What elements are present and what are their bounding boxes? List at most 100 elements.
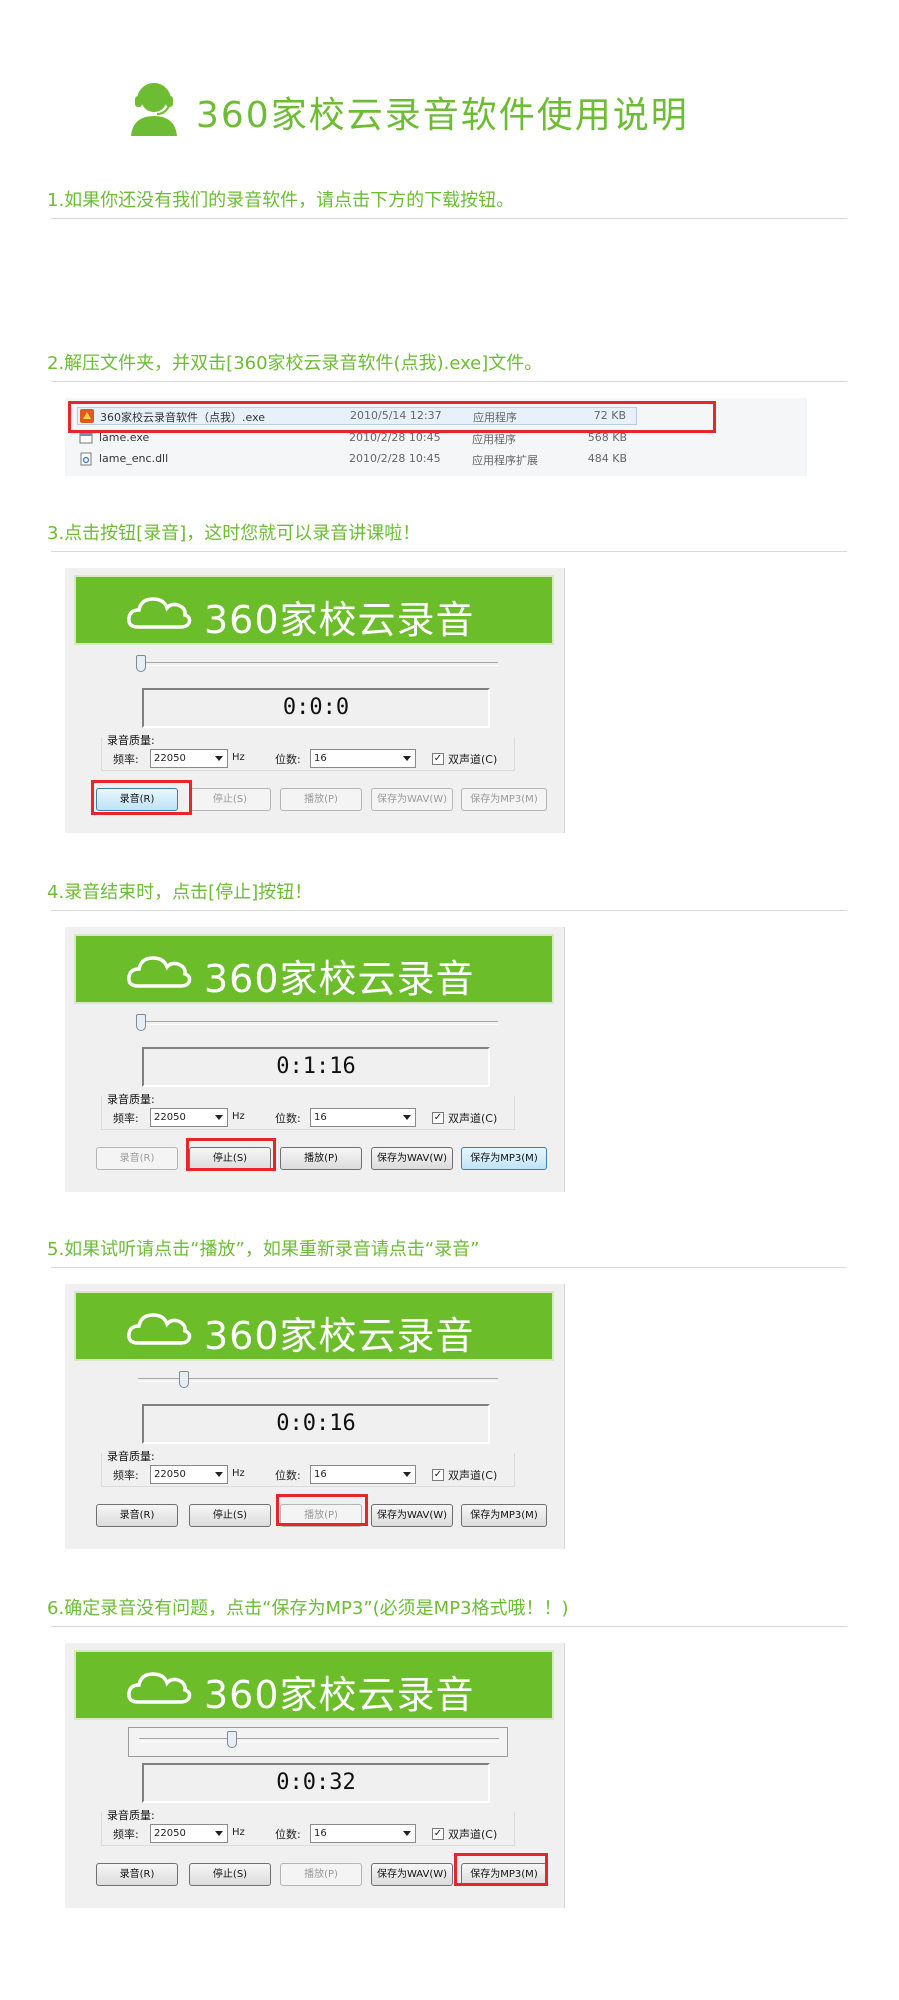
save-wav-button[interactable]: 保存为WAV(W): [371, 1863, 453, 1886]
divider: [51, 1626, 847, 1627]
frequency-select[interactable]: 22050: [150, 1465, 228, 1484]
frequency-label: 频率:: [113, 1112, 139, 1125]
save-mp3-button[interactable]: 保存为MP3(M): [461, 1504, 547, 1527]
recorder-banner: 360家校云录音: [74, 1650, 554, 1720]
highlight-box: [276, 1494, 368, 1526]
frequency-value: 22050: [154, 1828, 186, 1839]
stop-button[interactable]: 停止(S): [189, 1863, 271, 1886]
dropdown-arrow-icon: [215, 1831, 223, 1836]
dropdown-arrow-icon: [215, 1115, 223, 1120]
seek-slider[interactable]: [128, 1011, 508, 1041]
stereo-label: 双声道(C): [448, 1469, 498, 1482]
highlight-box: [91, 780, 192, 815]
play-button[interactable]: 播放(P): [280, 1863, 362, 1886]
play-button[interactable]: 播放(P): [280, 1147, 362, 1170]
stereo-label: 双声道(C): [448, 1112, 498, 1125]
banner-text: 360家校云录音: [204, 598, 475, 642]
bit-depth-label: 位数:: [275, 1112, 301, 1125]
frequency-select[interactable]: 22050: [150, 1108, 228, 1127]
recorder-banner: 360家校云录音: [74, 934, 554, 1004]
seek-slider[interactable]: [128, 1368, 508, 1398]
step-title: 5.如果试听请点击“播放”，如果重新录音请点击“录音”: [47, 1239, 480, 1260]
seek-track: [138, 662, 498, 666]
stereo-label: 双声道(C): [448, 753, 498, 766]
recorder-banner: 360家校云录音: [74, 1291, 554, 1361]
bit-depth-select[interactable]: 16: [310, 1108, 416, 1127]
record-button[interactable]: 录音(R): [96, 1504, 178, 1527]
step-2: 2.解压文件夹，并双击[360家校云录音软件(点我).exe]文件。: [47, 351, 847, 382]
seek-slider[interactable]: [128, 652, 508, 682]
stereo-checkbox[interactable]: ✓: [432, 1112, 444, 1124]
step-4: 4.录音结束时，点击[停止]按钮！: [47, 880, 847, 911]
dropdown-arrow-icon: [403, 1115, 411, 1120]
headset-icon: [131, 83, 177, 136]
banner-text: 360家校云录音: [204, 957, 475, 1001]
stereo-checkbox[interactable]: ✓: [432, 753, 444, 765]
stop-button[interactable]: 停止(S): [189, 788, 271, 811]
stop-button[interactable]: 停止(S): [189, 1504, 271, 1527]
quality-label: 录音质量:: [107, 1809, 155, 1822]
divider: [51, 218, 847, 219]
cloud-icon: [127, 1672, 192, 1704]
frequency-label: 频率:: [113, 1828, 139, 1841]
file-type: 应用程序: [472, 433, 516, 446]
frequency-select[interactable]: 22050: [150, 749, 228, 768]
recorder-window: 360家校云录音 0:1:16 录音质量: 频率: 22050 Hz 位数: 1…: [65, 927, 565, 1192]
seek-thumb[interactable]: [179, 1371, 190, 1388]
seek-thumb[interactable]: [136, 1014, 146, 1031]
frequency-select[interactable]: 22050: [150, 1824, 228, 1843]
frequency-label: 频率:: [113, 1469, 139, 1482]
divider: [51, 1267, 847, 1268]
dropdown-arrow-icon: [403, 1472, 411, 1477]
record-button[interactable]: 录音(R): [96, 1863, 178, 1886]
dropdown-arrow-icon: [403, 756, 411, 761]
time-display: 0:0:16: [142, 1404, 490, 1444]
bit-depth-label: 位数:: [275, 753, 301, 766]
divider: [51, 381, 847, 382]
dropdown-arrow-icon: [403, 1831, 411, 1836]
save-wav-button[interactable]: 保存为WAV(W): [371, 1147, 453, 1170]
save-wav-button[interactable]: 保存为WAV(W): [371, 1504, 453, 1527]
frequency-value: 22050: [154, 1469, 186, 1480]
frequency-value: 22050: [154, 1112, 186, 1123]
divider: [51, 910, 847, 911]
stereo-checkbox[interactable]: ✓: [432, 1469, 444, 1481]
bit-depth-value: 16: [314, 1828, 327, 1839]
save-mp3-button[interactable]: 保存为MP3(M): [461, 788, 547, 811]
quality-label: 录音质量:: [107, 1450, 155, 1463]
bit-depth-select[interactable]: 16: [310, 1465, 416, 1484]
bit-depth-select[interactable]: 16: [310, 749, 416, 768]
hz-label: Hz: [232, 1468, 245, 1479]
bit-depth-value: 16: [314, 1112, 327, 1123]
record-button[interactable]: 录音(R): [96, 1147, 178, 1170]
cloud-icon: [127, 956, 192, 988]
file-size: 484 KB: [587, 452, 627, 465]
play-button[interactable]: 播放(P): [280, 788, 362, 811]
seek-slider[interactable]: [128, 1727, 508, 1757]
seek-thumb[interactable]: [227, 1731, 237, 1748]
bit-depth-select[interactable]: 16: [310, 1824, 416, 1843]
save-mp3-button[interactable]: 保存为MP3(M): [461, 1147, 547, 1170]
bit-depth-value: 16: [314, 1469, 327, 1480]
quality-label: 录音质量:: [107, 1093, 155, 1106]
hz-label: Hz: [232, 1111, 245, 1122]
seek-thumb[interactable]: [136, 655, 146, 672]
seek-track: [139, 1738, 499, 1742]
cloud-icon: [127, 597, 192, 629]
file-row-dll[interactable]: lame_enc.dll 2010/2/28 10:45 应用程序扩展 484 …: [77, 451, 637, 469]
divider: [51, 551, 847, 552]
step-title: 6.确定录音没有问题，点击“保存为MP3”(必须是MP3格式哦！！): [47, 1598, 569, 1619]
step-5: 5.如果试听请点击“播放”，如果重新录音请点击“录音”: [47, 1237, 847, 1268]
frequency-value: 22050: [154, 753, 186, 764]
file-type: 应用程序扩展: [472, 454, 538, 467]
quality-label: 录音质量:: [107, 734, 155, 747]
file-name: lame_enc.dll: [99, 452, 169, 465]
stereo-checkbox[interactable]: ✓: [432, 1828, 444, 1840]
stereo-label: 双声道(C): [448, 1828, 498, 1841]
highlight-box: [454, 1853, 548, 1886]
highlight-box: [186, 1138, 276, 1171]
save-wav-button[interactable]: 保存为WAV(W): [371, 788, 453, 811]
step-title: 4.录音结束时，点击[停止]按钮！: [47, 882, 313, 903]
bit-depth-label: 位数:: [275, 1469, 301, 1482]
highlight-box: [68, 401, 716, 433]
